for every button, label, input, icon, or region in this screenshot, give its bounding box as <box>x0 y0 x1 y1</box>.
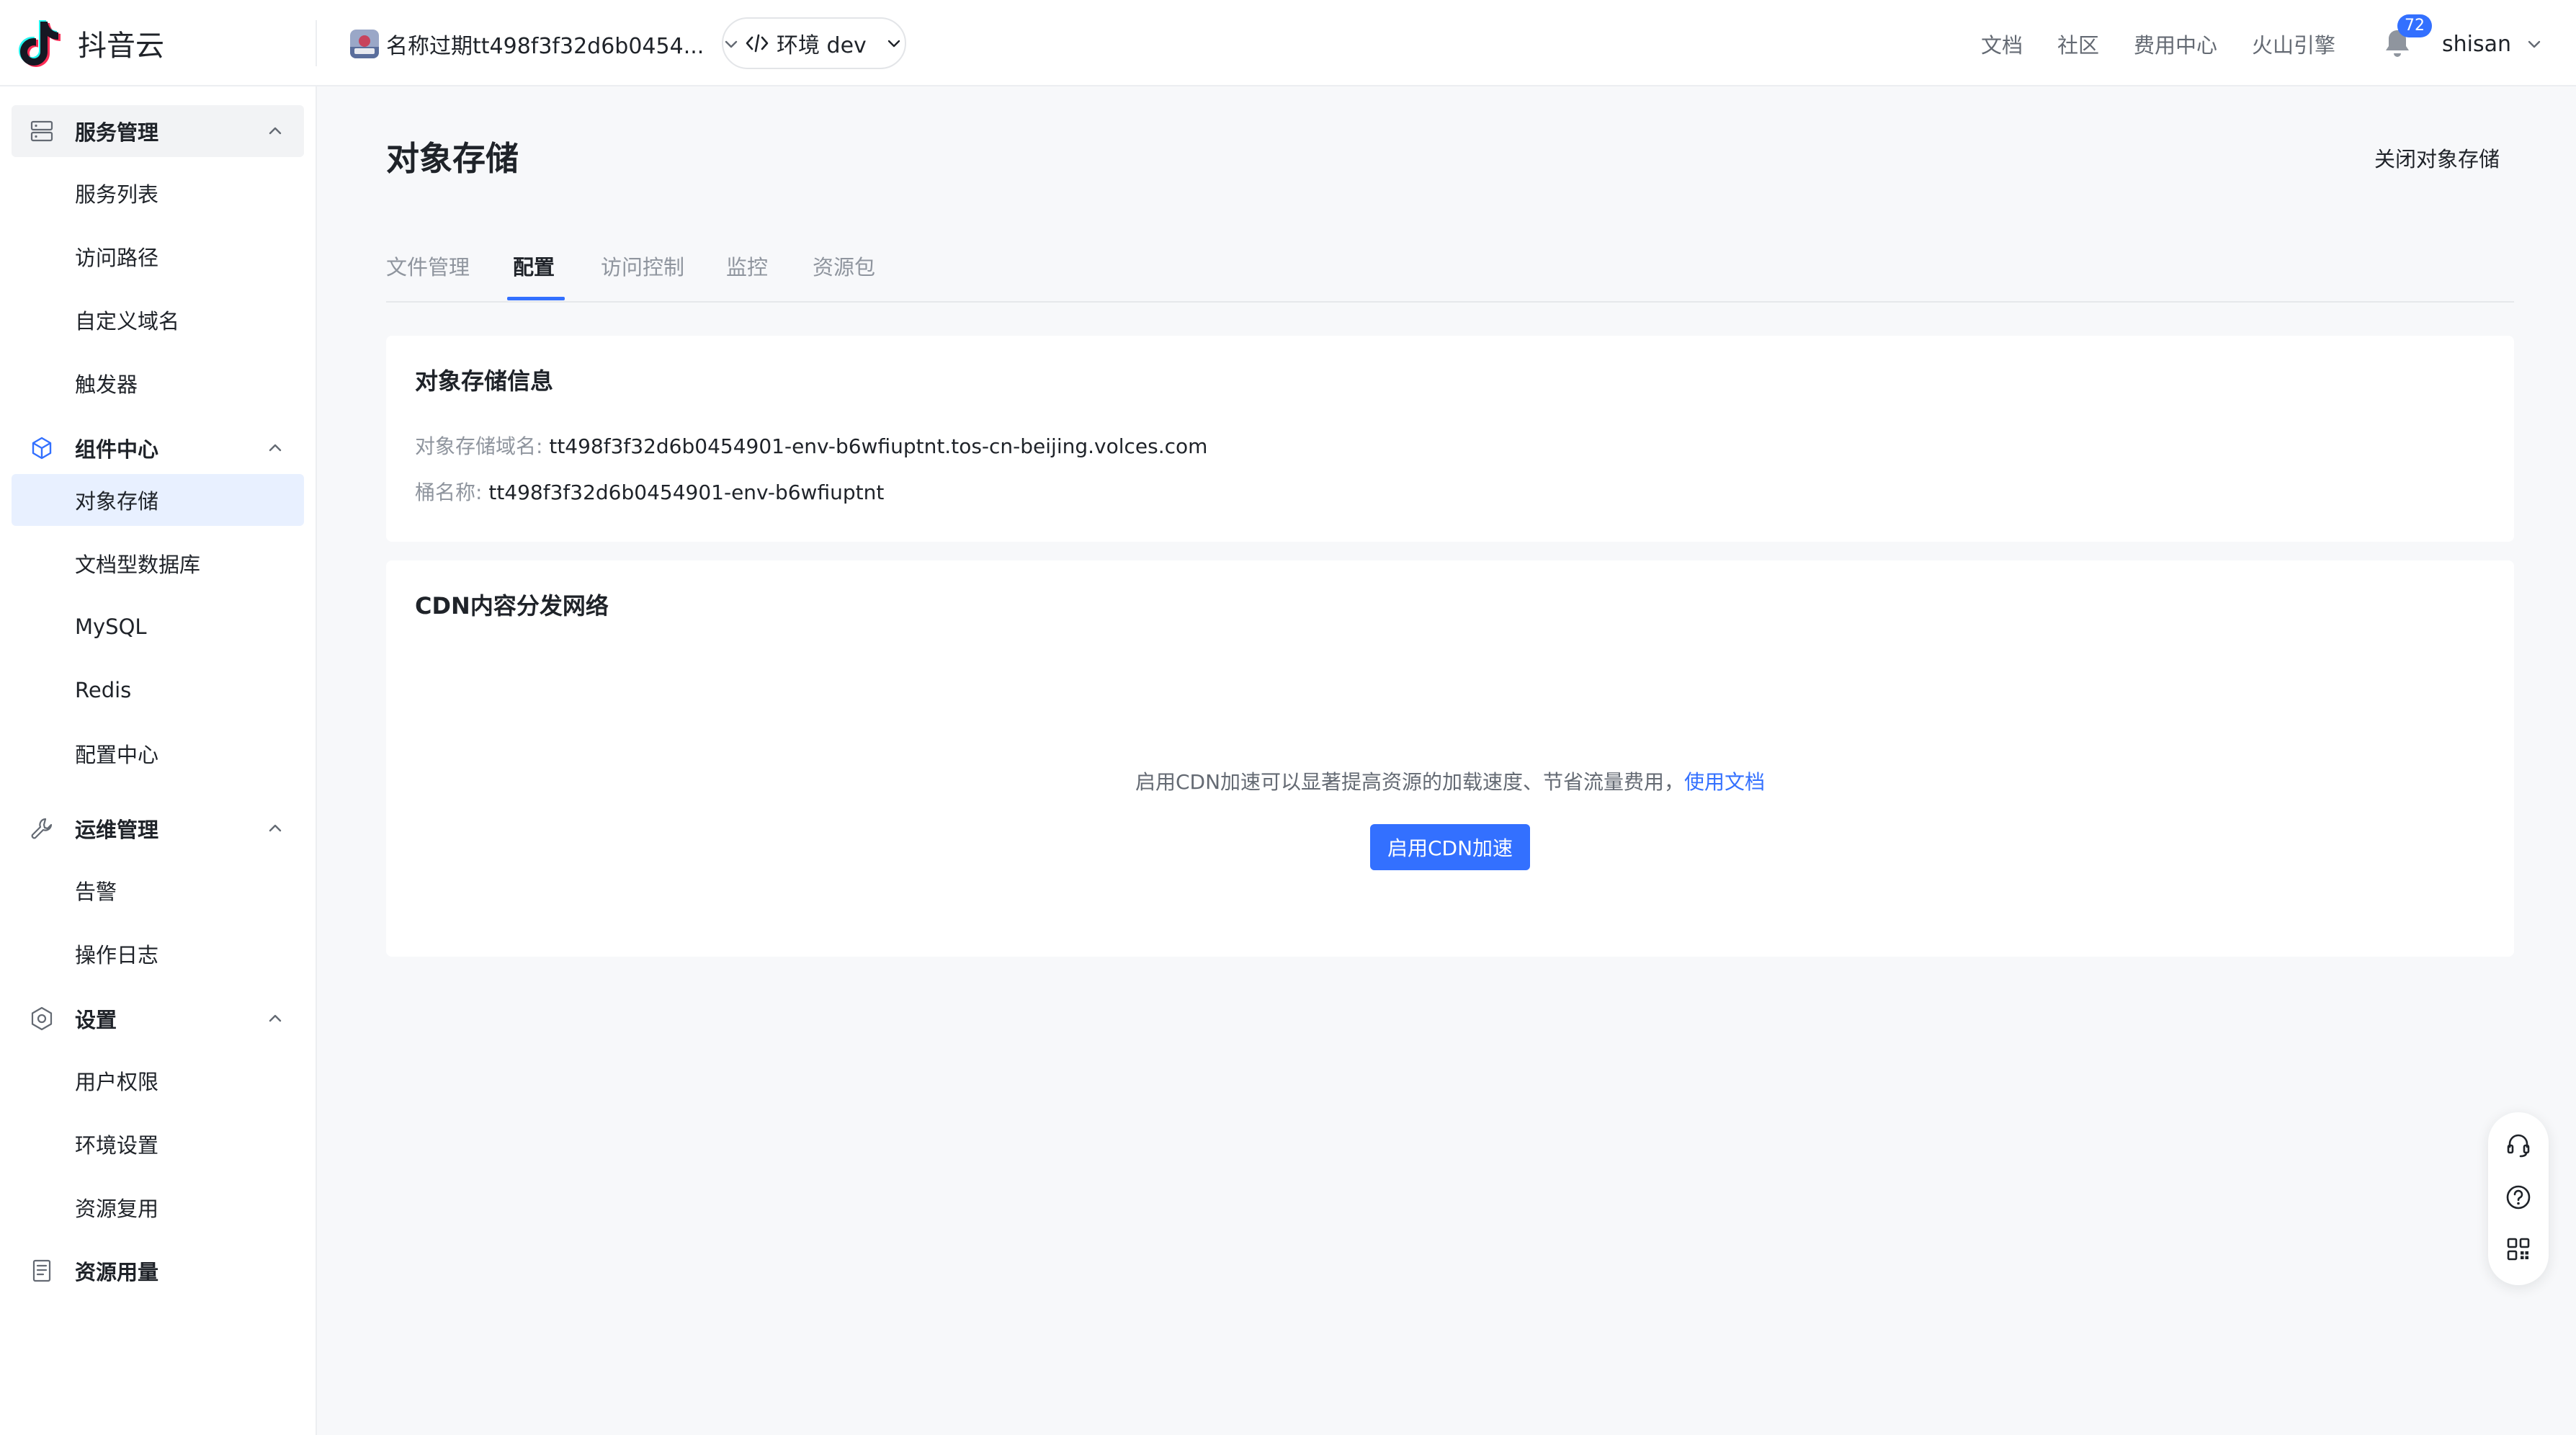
server-icon <box>30 120 53 142</box>
nav-billing-link[interactable]: 费用中心 <box>2134 29 2217 59</box>
sidebar-item-label: 触发器 <box>75 372 138 397</box>
sidebar-group-label: 组件中心 <box>75 437 159 462</box>
headset-icon[interactable] <box>2504 1131 2533 1160</box>
tab-resource-pack[interactable]: 资源包 <box>813 251 875 281</box>
sidebar-item-mysql[interactable]: MySQL <box>12 601 304 653</box>
storage-domain-row: 对象存储域名: tt498f3f32d6b0454901-env-b6wfiup… <box>415 431 1207 460</box>
chevron-up-icon <box>269 127 282 135</box>
chevron-up-icon <box>269 1014 282 1022</box>
tab-config[interactable]: 配置 <box>513 251 555 281</box>
sidebar-item-label: 用户权限 <box>75 1070 159 1094</box>
object-storage-info-card: 对象存储信息 对象存储域名: tt498f3f32d6b0454901-env-… <box>386 336 2514 542</box>
storage-domain-value: tt498f3f32d6b0454901-env-b6wfiuptnt.tos-… <box>549 434 1208 458</box>
sidebar-item-label: 自定义域名 <box>75 309 180 334</box>
sidebar-item-label: 告警 <box>75 880 117 904</box>
environment-selector[interactable]: 环境 dev <box>722 17 906 69</box>
sidebar-item-document-db[interactable]: 文档型数据库 <box>12 537 304 589</box>
sidebar-group-label: 设置 <box>75 1008 117 1032</box>
bucket-name-label: 桶名称: <box>415 480 483 504</box>
sidebar-group-service-management[interactable]: 服务管理 <box>12 105 304 157</box>
card-title: CDN内容分发网络 <box>415 592 609 620</box>
chevron-up-icon <box>269 444 282 452</box>
notifications-button[interactable]: 72 <box>2383 14 2432 59</box>
sidebar-item-redis[interactable]: Redis <box>12 664 304 716</box>
sidebar-group-resource-usage[interactable]: 资源用量 <box>12 1245 304 1297</box>
card-title: 对象存储信息 <box>415 367 554 395</box>
topbar-divider <box>316 20 317 66</box>
enable-cdn-button[interactable]: 启用CDN加速 <box>1370 824 1530 870</box>
chevron-down-icon <box>887 40 900 48</box>
sidebar-item-trigger[interactable]: 触发器 <box>12 357 304 409</box>
sidebar-item-alerts[interactable]: 告警 <box>12 864 304 916</box>
floating-tool-dock <box>2488 1112 2549 1285</box>
project-name: 名称过期tt498f3f32d6b0454... <box>386 34 705 59</box>
qr-code-icon[interactable] <box>2504 1235 2533 1264</box>
nav-volcengine-link[interactable]: 火山引擎 <box>2252 29 2335 59</box>
environment-label: 环境 dev <box>777 33 867 58</box>
sidebar-item-label: 访问路径 <box>75 246 159 270</box>
sidebar-item-env-settings[interactable]: 环境设置 <box>12 1118 304 1170</box>
component-icon <box>32 437 52 460</box>
nav-docs-link[interactable]: 文档 <box>1981 29 2023 59</box>
help-icon[interactable] <box>2504 1183 2533 1212</box>
sidebar-item-label: 资源复用 <box>75 1197 159 1221</box>
sidebar-item-label: 服务列表 <box>75 182 159 207</box>
cdn-doc-link[interactable]: 使用文档 <box>1684 770 1765 794</box>
notification-count-badge: 72 <box>2397 14 2432 37</box>
tab-bar: 文件管理 配置 访问控制 监控 资源包 <box>386 238 2514 303</box>
sidebar-item-label: MySQL <box>75 614 147 639</box>
wrench-icon <box>31 818 53 839</box>
sidebar-item-label: 对象存储 <box>75 489 159 514</box>
sidebar-item-service-list[interactable]: 服务列表 <box>12 167 304 219</box>
document-icon <box>32 1259 51 1282</box>
douyin-logo-icon <box>19 20 61 67</box>
cdn-description: 启用CDN加速可以显著提高资源的加载速度、节省流量费用，使用文档 <box>386 766 2514 795</box>
top-bar: 抖音云 名称过期tt498f3f32d6b0454... 环境 dev 文档 社… <box>0 0 2576 86</box>
nav-community-link[interactable]: 社区 <box>2057 29 2099 59</box>
cdn-description-text: 启用CDN加速可以显著提高资源的加载速度、节省流量费用， <box>1135 770 1685 794</box>
bucket-name-row: 桶名称: tt498f3f32d6b0454901-env-b6wfiuptnt <box>415 477 884 506</box>
cdn-card: CDN内容分发网络 启用CDN加速可以显著提高资源的加载速度、节省流量费用，使用… <box>386 560 2514 957</box>
chevron-up-icon <box>269 824 282 832</box>
sidebar-item-operation-log[interactable]: 操作日志 <box>12 928 304 980</box>
sidebar-group-component-center[interactable]: 组件中心 <box>12 422 304 474</box>
bucket-name-value: tt498f3f32d6b0454901-env-b6wfiuptnt <box>488 480 885 504</box>
sidebar-item-resource-reuse[interactable]: 资源复用 <box>12 1181 304 1233</box>
page-title: 对象存储 <box>386 139 519 178</box>
sidebar-item-label: 环境设置 <box>75 1133 159 1158</box>
code-icon <box>746 34 769 53</box>
tab-file-management[interactable]: 文件管理 <box>386 251 470 281</box>
sidebar-item-object-storage[interactable]: 对象存储 <box>12 474 304 526</box>
sidebar: 服务管理 服务列表 访问路径 自定义域名 触发器 组件中心 对象存储 文档型数据… <box>0 86 317 1435</box>
user-menu[interactable]: shisan <box>2442 27 2544 61</box>
project-avatar-icon <box>350 30 379 58</box>
sidebar-group-label: 运维管理 <box>75 818 159 842</box>
storage-domain-label: 对象存储域名: <box>415 434 543 458</box>
active-tab-indicator <box>507 297 565 300</box>
sidebar-group-settings[interactable]: 设置 <box>12 993 304 1045</box>
sidebar-item-label: 操作日志 <box>75 943 159 967</box>
chevron-down-icon <box>2528 40 2541 48</box>
brand[interactable]: 抖音云 <box>16 17 164 69</box>
sidebar-item-label: Redis <box>75 678 132 702</box>
sidebar-item-access-path[interactable]: 访问路径 <box>12 231 304 282</box>
sidebar-item-config-center[interactable]: 配置中心 <box>12 728 304 779</box>
settings-icon <box>31 1006 53 1031</box>
user-name: shisan <box>2442 31 2512 57</box>
brand-name: 抖音云 <box>78 30 164 63</box>
sidebar-group-ops-management[interactable]: 运维管理 <box>12 803 304 854</box>
sidebar-group-label: 资源用量 <box>75 1260 159 1284</box>
tab-access-control[interactable]: 访问控制 <box>601 251 684 281</box>
sidebar-item-custom-domain[interactable]: 自定义域名 <box>12 294 304 346</box>
top-nav: 文档 社区 费用中心 火山引擎 <box>1981 27 2370 61</box>
sidebar-group-label: 服务管理 <box>75 120 159 145</box>
project-selector[interactable]: 名称过期tt498f3f32d6b0454... <box>350 24 741 63</box>
close-object-storage-link[interactable]: 关闭对象存储 <box>2374 143 2500 173</box>
sidebar-item-label: 文档型数据库 <box>75 553 201 577</box>
sidebar-item-label: 配置中心 <box>75 743 159 767</box>
tab-monitoring[interactable]: 监控 <box>726 251 768 281</box>
sidebar-item-user-permissions[interactable]: 用户权限 <box>12 1055 304 1107</box>
